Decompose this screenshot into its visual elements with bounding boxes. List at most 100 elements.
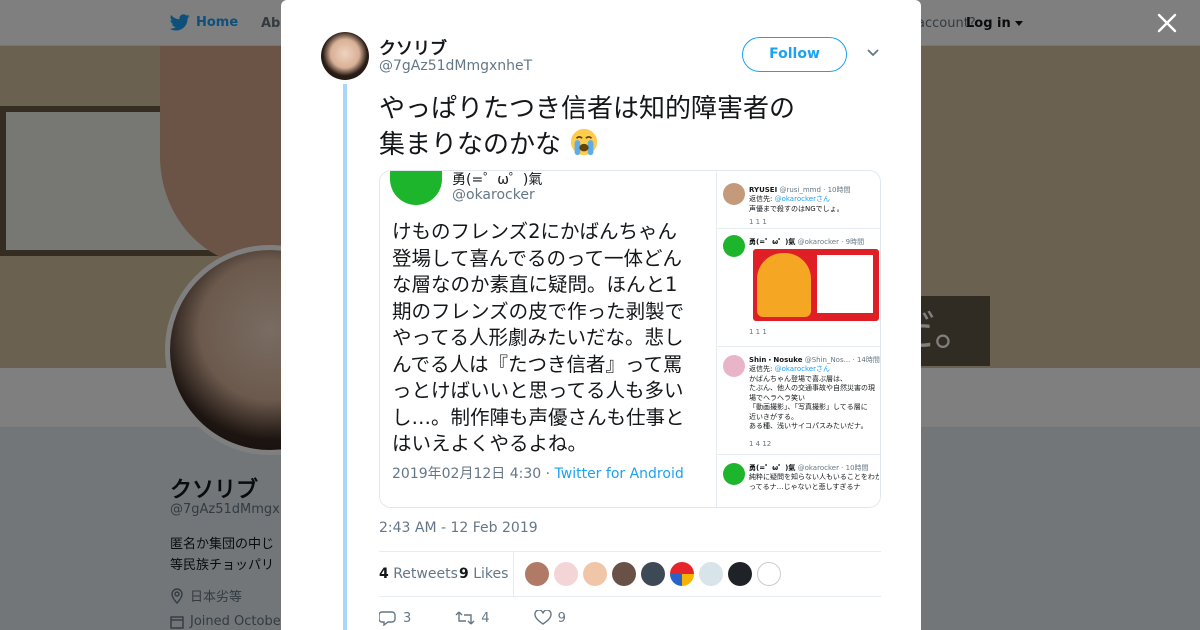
reply-avatar [723, 183, 745, 205]
reply-avatar [723, 463, 745, 485]
reply-count: 3 [403, 610, 412, 626]
reply-text: 純粋に疑問を知らない人もいることをわか ってるナ…じゃないと悲しすぎるナ [749, 473, 879, 492]
reply-name: 勇(=゜ω゜)氣 [749, 464, 796, 472]
embedded-line: やってる人形劇みたいだな。悲し [392, 326, 684, 349]
tweet-modal: クソリブ @7gAz51dMmgxnheT Follow やっぱりたつき信者は知… [281, 0, 921, 630]
tweet-actions: 3 4 9 [379, 610, 610, 626]
stats-divider [513, 552, 514, 598]
retweet-action-count: 4 [481, 610, 490, 626]
reply-line: 場でヘラヘラ笑い [749, 393, 805, 402]
retweet-button[interactable]: 4 [455, 610, 490, 626]
retweets-count: 4 [379, 566, 389, 582]
author-avatar[interactable] [321, 32, 369, 80]
tweet-stats: 4 Retweets 9 Likes [379, 551, 881, 598]
chevron-down-icon[interactable] [866, 46, 880, 60]
embedded-line: 期のフレンズの皮で作った剥製で [392, 299, 685, 323]
embedded-date-text: 2019年02月12日 4:30 [392, 466, 542, 482]
retweet-icon [455, 611, 475, 625]
embedded-source: Twitter for Android [554, 466, 684, 482]
reply-name: RYUSEI [749, 186, 778, 194]
media-reply: Shin・Nosuke @Shin_Nos... · 14時間 返信先: @ok… [717, 347, 880, 455]
reply-line: 「動画撮影」、「写真撮影」してる層に [749, 403, 868, 411]
tweet-text-line-2: 集まりなのかな [379, 127, 879, 163]
reply-name: 勇(=゜ω゜)氣 [749, 238, 796, 246]
like-action-count: 9 [557, 610, 566, 626]
tweet-timestamp[interactable]: 2:43 AM - 12 Feb 2019 [379, 520, 538, 536]
thread-line [343, 84, 347, 630]
close-button[interactable] [1154, 12, 1180, 38]
reply-actions: 1 1 1 [749, 328, 767, 336]
reply-meta: @okarocker · 10時間 [797, 464, 869, 472]
reply-image-figure [757, 253, 811, 317]
reply-actions: 1 4 12 [749, 440, 772, 448]
liker-avatar[interactable] [728, 562, 752, 586]
reply-header: 勇(=゜ω゜)氣 @okarocker · 10時間 [749, 463, 869, 473]
liker-avatar[interactable] [670, 562, 694, 586]
like-button[interactable]: 9 [533, 610, 566, 626]
reply-text: 返信先: @okarockerさん 声優まで殺すのはNGでしょ。 [749, 195, 879, 214]
reply-header: Shin・Nosuke @Shin_Nos... · 14時間 [749, 355, 880, 365]
tweet-media[interactable]: 勇(=゜ω゜)氣 @okarocker けものフレンズ2にかばんちゃん 登場して… [379, 170, 881, 508]
media-reply: RYUSEI @rusi_mmd · 10時間 返信先: @okarockerさ… [717, 171, 880, 229]
reply-line: 返信先: @okarockerさん [749, 365, 879, 375]
follow-button[interactable]: Follow [742, 37, 847, 72]
tweet-text-line: 集まりなのかな [379, 130, 562, 160]
reply-actions: 1 1 1 [749, 218, 767, 226]
reply-line: ってるナ…じゃないと悲しすぎるナ [749, 482, 861, 491]
reply-line: 返信先: @okarockerさん [749, 195, 879, 205]
reply-header: 勇(=゜ω゜)氣 @okarocker · 9時間 [749, 237, 864, 247]
close-icon [1157, 13, 1177, 33]
liker-avatar[interactable] [612, 562, 636, 586]
reply-line: かばんちゃん登場で喜ぶ層は、 [749, 374, 847, 383]
embedded-handle: @okarocker [452, 187, 535, 203]
reply-text: 返信先: @okarockerさん かばんちゃん登場で喜ぶ層は、 たぶん、他人の… [749, 365, 879, 432]
reply-avatar [723, 355, 745, 377]
reply-line: ある種、浅いサイコパスみたいだナ。 [749, 422, 868, 430]
media-reply: 勇(=゜ω゜)氣 @okarocker · 10時間 純粋に疑問を知らない人もい… [717, 455, 880, 507]
reply-line: 近いきがする。 [749, 412, 798, 421]
reply-to-prefix: 返信先: [749, 365, 775, 373]
liker-avatar[interactable] [525, 562, 549, 586]
reply-image-panel [817, 255, 873, 313]
liker-avatar[interactable] [583, 562, 607, 586]
reply-icon [379, 611, 396, 626]
embedded-line: けものフレンズ2にかばんちゃん [392, 220, 678, 243]
reply-avatar [723, 235, 745, 257]
tweet-text-line: やっぱりたつき信者は知的障害者の [379, 94, 796, 124]
reply-line: 純粋に疑問を知らない人もいることをわか [749, 473, 879, 481]
author-handle[interactable]: @7gAz51dMmgxnheT [379, 58, 532, 74]
loudly-crying-face-icon [571, 128, 598, 156]
reply-line: 声優まで殺すのはNGでしょ。 [749, 204, 844, 213]
reply-button[interactable]: 3 [379, 610, 411, 626]
tweet-text: やっぱりたつき信者は知的障害者の 集まりなのかな [379, 92, 879, 163]
liker-avatar[interactable] [554, 562, 578, 586]
embedded-line: 登場して喜んでるのって一体どん [392, 246, 682, 270]
heart-icon [533, 610, 552, 625]
likes-label: Likes [473, 566, 509, 582]
embedded-line: んでる人は『たつき信者』って罵 [392, 352, 683, 376]
reply-meta: @okarocker · 9時間 [797, 238, 865, 246]
media-reply: 勇(=゜ω゜)氣 @okarocker · 9時間 1 1 1 [717, 229, 880, 347]
reply-image [753, 249, 879, 321]
liker-avatar[interactable] [699, 562, 723, 586]
liker-avatar[interactable] [641, 562, 665, 586]
embedded-line: し…。制作陣も声優さんも仕事と [392, 405, 685, 429]
retweets-label: Retweets [393, 566, 458, 582]
reply-name: Shin・Nosuke [749, 356, 803, 364]
media-reply-list: RYUSEI @rusi_mmd · 10時間 返信先: @okarockerさ… [716, 171, 880, 507]
reply-meta: @rusi_mmd · 10時間 [779, 186, 851, 194]
reply-header: RYUSEI @rusi_mmd · 10時間 [749, 185, 851, 195]
likes-stat[interactable]: 9 Likes [459, 566, 508, 582]
author-name[interactable]: クソリブ [379, 34, 447, 59]
retweets-stat[interactable]: 4 Retweets [379, 566, 458, 582]
embedded-body: けものフレンズ2にかばんちゃん 登場して喜んでるのって一体どん な層なのか素直に… [392, 219, 710, 458]
media-embedded-tweet: 勇(=゜ω゜)氣 @okarocker けものフレンズ2にかばんちゃん 登場して… [380, 171, 714, 507]
embedded-avatar [390, 171, 442, 205]
embedded-line: っとけばいいと思ってる人も多い [392, 379, 684, 402]
embedded-line: な層なのか素直に疑問。ほんと1 [392, 273, 678, 296]
reply-to-link: @okarockerさん [774, 365, 830, 373]
reply-meta: @Shin_Nos... · 14時間 [804, 356, 880, 364]
liker-avatar[interactable] [757, 562, 781, 586]
embedded-date: 2019年02月12日 4:30 · Twitter for Android [392, 466, 684, 482]
likes-count: 9 [459, 566, 469, 582]
